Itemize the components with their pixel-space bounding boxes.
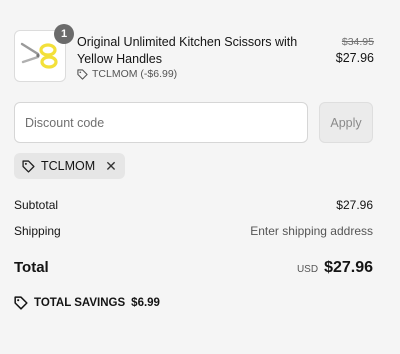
shipping-row: Shipping Enter shipping address [14, 224, 373, 238]
original-price: $34.95 [341, 36, 374, 48]
scissors-icon [20, 42, 58, 69]
savings-label: TOTAL SAVINGS [34, 297, 126, 309]
subtotal-row: Subtotal $27.96 [14, 198, 373, 212]
product-title: Original Unlimited Kitchen Scissors with… [77, 35, 298, 66]
shipping-label: Shipping [14, 224, 61, 238]
tag-icon [22, 159, 35, 173]
tag-icon [77, 68, 88, 80]
applied-discount-chip: TCLMOM ✕ [14, 153, 125, 179]
quantity-badge: 1 [54, 24, 74, 44]
total-amount-group: USD $27.96 [297, 259, 373, 277]
total-value: $27.96 [324, 259, 373, 276]
apply-button[interactable]: Apply [319, 102, 373, 143]
subtotal-value: $27.96 [336, 198, 373, 212]
currency-code: USD [296, 264, 319, 275]
close-icon[interactable]: ✕ [105, 159, 117, 173]
total-row: Total USD $27.96 [14, 259, 373, 277]
shipping-value: Enter shipping address [250, 224, 373, 238]
product-discount: TCLMOM (-$6.99) [77, 68, 177, 80]
product-price: $27.96 [335, 51, 374, 65]
savings-value: $6.99 [131, 297, 160, 309]
product-line-item: 1 Original Unlimited Kitchen Scissors wi… [14, 24, 374, 82]
subtotal-label: Subtotal [14, 198, 59, 212]
total-savings: TOTAL SAVINGS $6.99 [14, 296, 160, 310]
discount-code-input[interactable] [14, 102, 308, 143]
total-label: Total [14, 259, 49, 276]
tag-icon [14, 296, 28, 310]
applied-discount-code: TCLMOM [41, 159, 96, 173]
product-discount-label: TCLMOM (-$6.99) [92, 68, 178, 80]
